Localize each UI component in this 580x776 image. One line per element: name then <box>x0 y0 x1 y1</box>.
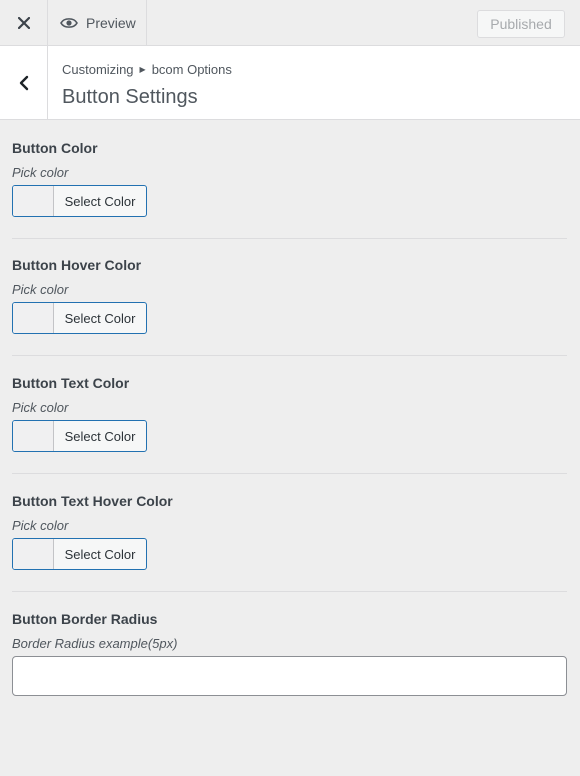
control-description: Pick color <box>12 400 69 415</box>
control-description: Border Radius example(5px) <box>12 636 178 651</box>
preview-label: Preview <box>86 14 136 31</box>
color-picker-button[interactable]: Select Color <box>12 302 147 334</box>
color-swatch <box>13 186 54 216</box>
eye-icon <box>60 17 78 28</box>
button-hover-color-control: Button Hover Color Pick color Select Col… <box>12 257 567 334</box>
close-button[interactable] <box>0 0 48 45</box>
select-color-label: Select Color <box>64 428 136 444</box>
control-title: Button Text Color <box>12 375 130 391</box>
control-description: Pick color <box>12 518 69 533</box>
control-description: Pick color <box>12 165 69 180</box>
color-picker-button[interactable]: Select Color <box>12 420 147 452</box>
close-icon <box>17 16 30 29</box>
button-color-control: Button Color Pick color Select Color <box>12 140 567 217</box>
button-text-hover-color-control: Button Text Hover Color Pick color Selec… <box>12 493 567 570</box>
border-radius-input[interactable] <box>12 656 567 696</box>
page-title: Button Settings <box>62 86 198 108</box>
color-swatch <box>13 421 54 451</box>
select-color-label: Select Color <box>64 546 136 562</box>
control-title: Button Hover Color <box>12 257 142 273</box>
select-color-label: Select Color <box>64 193 136 209</box>
panel-header: Customizing ▶ bcom Options Button Settin… <box>0 46 580 120</box>
breadcrumb: Customizing ▶ bcom Options <box>62 62 232 77</box>
select-color-label: Select Color <box>64 310 136 326</box>
customizer-topbar: Preview Published <box>0 0 580 46</box>
color-swatch <box>13 303 54 333</box>
color-picker-button[interactable]: Select Color <box>12 185 147 217</box>
color-picker-button[interactable]: Select Color <box>12 538 147 570</box>
control-title: Button Border Radius <box>12 611 158 627</box>
breadcrumb-section: bcom Options <box>151 62 232 77</box>
button-text-color-control: Button Text Color Pick color Select Colo… <box>12 375 567 452</box>
breadcrumb-root: Customizing <box>62 62 134 77</box>
back-button[interactable] <box>0 46 48 119</box>
preview-button[interactable]: Preview <box>48 0 147 45</box>
color-swatch <box>13 539 54 569</box>
divider <box>12 473 567 474</box>
control-title: Button Color <box>12 140 98 156</box>
control-title: Button Text Hover Color <box>12 493 173 509</box>
published-button[interactable]: Published <box>477 10 565 38</box>
divider <box>12 238 567 239</box>
breadcrumb-arrow-icon: ▶ <box>139 65 146 74</box>
divider <box>12 591 567 592</box>
chevron-left-icon <box>19 75 28 90</box>
divider <box>12 355 567 356</box>
button-border-radius-control: Button Border Radius Border Radius examp… <box>12 611 567 696</box>
control-description: Pick color <box>12 282 69 297</box>
